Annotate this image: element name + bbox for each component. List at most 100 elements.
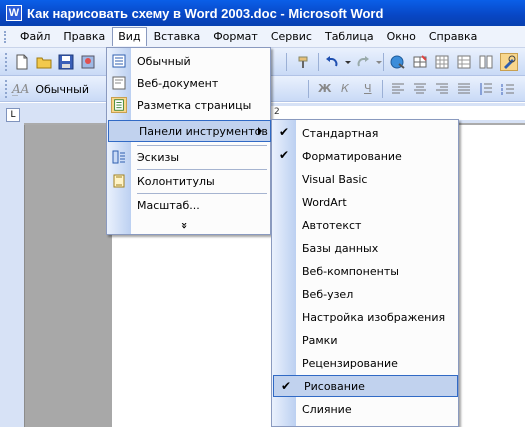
menu-item-label: Рецензирование — [302, 356, 398, 370]
menu-item-label: Разметка страницы — [137, 98, 252, 112]
align-right-icon[interactable] — [434, 81, 450, 97]
checkmark-icon: ✔ — [279, 148, 290, 162]
menu-item-label: Колонтитулы — [137, 174, 215, 188]
toolbar-item-web[interactable]: Веб-узел — [272, 283, 458, 305]
undo-dropdown-icon[interactable] — [340, 54, 356, 70]
menu-item-label: Рамки — [302, 333, 338, 347]
italic-button[interactable]: К — [341, 82, 349, 95]
view-menu-item-thumbnails[interactable]: Эскизы — [107, 146, 270, 168]
drawing-toggle-icon[interactable] — [500, 53, 518, 71]
menu-item-label: Стандартная — [302, 126, 379, 140]
style-glyph: A̲A — [12, 82, 30, 96]
toolbar-item-standard[interactable]: ✔ Стандартная — [272, 122, 458, 144]
menu-item-label: WordArt — [302, 195, 347, 209]
view-menu-item-web[interactable]: Веб-документ — [107, 72, 270, 94]
toolbar-item-visual-basic[interactable]: Visual Basic — [272, 168, 458, 190]
view-menu: Обычный Веб-документ Разметка страницы П… — [106, 47, 271, 235]
align-center-icon[interactable] — [412, 81, 428, 97]
justify-icon[interactable] — [456, 81, 472, 97]
ruler-text-area — [270, 106, 525, 120]
open-folder-icon[interactable] — [36, 54, 52, 70]
toolbar-item-frames[interactable]: Рамки — [272, 329, 458, 351]
toolbar-item-reviewing[interactable]: Рецензирование — [272, 352, 458, 374]
toolbar-item-autotext[interactable]: Автотекст — [272, 214, 458, 236]
menu-table[interactable]: Таблица — [319, 27, 380, 46]
vertical-ruler — [0, 103, 24, 427]
menu-item-label: Базы данных — [302, 241, 379, 255]
format-painter-icon[interactable] — [296, 54, 312, 70]
menu-item-label: Веб-документ — [137, 76, 219, 90]
toolbar-item-database[interactable]: Базы данных — [272, 237, 458, 259]
menu-item-label: Панели инструментов — [139, 124, 268, 138]
toolbar-grip-handle[interactable] — [5, 80, 7, 98]
view-menu-item-header-footer[interactable]: Колонтитулы — [107, 170, 270, 192]
menu-item-label: Автотекст — [302, 218, 362, 232]
checkmark-icon: ✔ — [281, 379, 292, 393]
undo-icon[interactable] — [324, 54, 340, 70]
toolbar-grip-handle[interactable] — [5, 53, 7, 71]
toolbar-separator — [286, 53, 287, 71]
style-selector[interactable]: A̲A Обычный — [12, 80, 102, 98]
view-menu-expand[interactable]: » — [107, 214, 270, 236]
title-bar: W Как нарисовать схему в Word 2003.doc -… — [0, 0, 525, 26]
toolbar-item-wordart[interactable]: WordArt — [272, 191, 458, 213]
toolbar-item-formatting[interactable]: ✔ Форматирование — [272, 145, 458, 167]
toolbar-separator — [382, 80, 383, 98]
redo-icon[interactable] — [355, 54, 371, 70]
toolbar-item-drawing[interactable]: ✔ Рисование — [273, 375, 458, 397]
menu-format[interactable]: Формат — [207, 27, 264, 46]
menu-item-label: Форматирование — [302, 149, 402, 163]
checkmark-icon: ✔ — [279, 125, 290, 139]
submenu-arrow-icon — [258, 127, 262, 135]
redo-dropdown-icon[interactable] — [371, 54, 387, 70]
menubar-grip-handle[interactable] — [4, 31, 7, 43]
toolbar-separator — [383, 53, 384, 71]
menu-item-label: Эскизы — [137, 150, 180, 164]
hyperlink-icon[interactable] — [390, 54, 406, 70]
insert-excel-icon[interactable] — [456, 54, 472, 70]
menu-edit[interactable]: Правка — [57, 27, 111, 46]
columns-icon[interactable] — [478, 54, 494, 70]
menu-item-label: Настройка изображения — [302, 310, 446, 324]
print-layout-icon — [111, 97, 127, 113]
toolbar-item-picture[interactable]: Настройка изображения — [272, 306, 458, 328]
left-margin — [24, 125, 112, 427]
header-footer-icon — [113, 174, 125, 188]
tables-borders-icon[interactable] — [412, 54, 428, 70]
view-menu-item-toolbars[interactable]: Панели инструментов — [108, 120, 271, 142]
align-left-icon[interactable] — [390, 81, 406, 97]
toolbar-separator — [308, 80, 309, 98]
menu-window[interactable]: Окно — [381, 27, 422, 46]
toolbar-separator — [318, 53, 319, 71]
menu-item-label: Масштаб... — [137, 198, 200, 212]
menu-help[interactable]: Справка — [423, 27, 483, 46]
tab-selector[interactable]: L — [6, 108, 20, 122]
ruler-number: 2 — [274, 107, 280, 117]
toolbar-item-web-tools[interactable]: Веб-компоненты — [272, 260, 458, 282]
permission-icon[interactable] — [80, 54, 96, 70]
word-app-icon[interactable]: W — [6, 5, 22, 21]
toolbars-submenu: ✔ Стандартная ✔ Форматирование Visual Ba… — [271, 119, 459, 427]
menu-item-label: Слияние — [302, 402, 352, 416]
menu-item-label: Рисование — [304, 379, 365, 393]
line-spacing-icon[interactable] — [478, 81, 494, 97]
menu-tools[interactable]: Сервис — [265, 27, 318, 46]
style-value: Обычный — [35, 82, 89, 96]
view-menu-item-zoom[interactable]: Масштаб... — [107, 194, 270, 216]
menu-item-label: Visual Basic — [302, 172, 368, 186]
toolbar-item-mail-merge[interactable]: Слияние — [272, 398, 458, 420]
numbering-icon[interactable] — [500, 81, 516, 97]
save-icon[interactable] — [58, 54, 74, 70]
new-document-icon[interactable] — [14, 54, 30, 70]
bold-button[interactable]: Ж — [318, 82, 331, 95]
view-menu-item-normal[interactable]: Обычный — [107, 50, 270, 72]
insert-table-icon[interactable] — [434, 54, 450, 70]
menu-item-label: Обычный — [137, 54, 191, 68]
menu-view[interactable]: Вид — [112, 27, 147, 46]
view-menu-item-print-layout[interactable]: Разметка страницы — [107, 94, 270, 116]
underline-button[interactable]: Ч — [364, 82, 372, 95]
expand-chevron-icon: » — [178, 221, 192, 229]
menu-file[interactable]: Файл — [14, 27, 56, 46]
menu-insert[interactable]: Вставка — [148, 27, 207, 46]
menu-bar: Файл Правка Вид Вставка Формат Сервис Та… — [0, 26, 525, 48]
